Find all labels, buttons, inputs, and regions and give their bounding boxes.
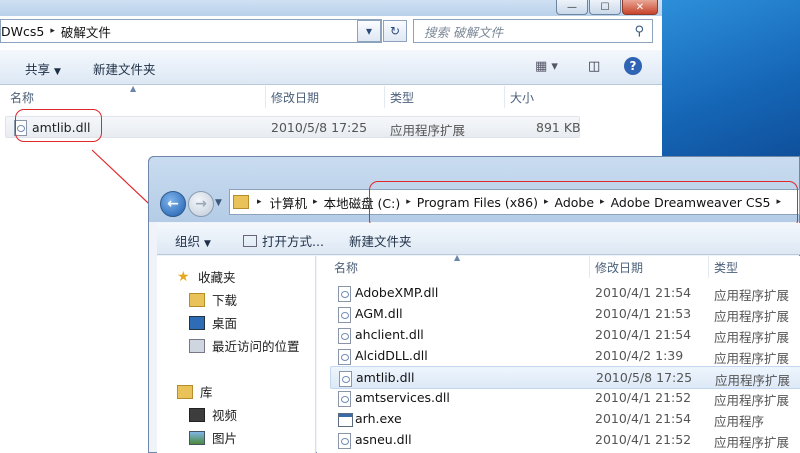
file-name: AGM.dll: [355, 306, 403, 321]
file-name: AlcidDLL.dll: [355, 348, 428, 363]
breadcrumb-separator-icon[interactable]: ▸: [257, 197, 262, 207]
new-folder-button[interactable]: 新建文件夹: [349, 231, 412, 250]
open-with-icon: [243, 235, 257, 247]
pictures-icon: [189, 430, 205, 445]
file-row[interactable]: AdobeXMP.dll 2010/4/1 21:54 应用程序扩展: [330, 282, 800, 303]
folder-icon: [233, 195, 249, 209]
file-row[interactable]: ahclient.dll 2010/4/1 21:54 应用程序扩展: [330, 324, 800, 345]
breadcrumb-computer[interactable]: 计算机: [270, 193, 308, 212]
nav-desktop[interactable]: 桌面: [189, 313, 237, 332]
dll-file-icon: [338, 432, 351, 449]
nav-downloads[interactable]: 下载: [189, 290, 237, 309]
nav-favorites[interactable]: ★ 收藏夹: [177, 267, 236, 286]
open-with-button[interactable]: 打开方式...: [243, 231, 324, 250]
exe-file-icon: [338, 411, 353, 427]
chevron-down-icon: ▼: [204, 239, 211, 249]
back-arrow-icon[interactable]: ←: [160, 191, 186, 217]
file-type: 应用程序扩展: [714, 288, 790, 303]
file-name: asneu.dll: [355, 432, 412, 447]
file-type: 应用程序: [714, 414, 765, 429]
file-date: 2010/4/1 21:54: [595, 327, 692, 342]
desktop-icon: [189, 315, 205, 330]
file-name: amtservices.dll: [355, 390, 450, 405]
download-folder-icon: [189, 292, 205, 307]
nav-pictures[interactable]: 图片: [189, 428, 237, 447]
annotation-highlight-path: [369, 181, 798, 229]
forward-arrow-icon[interactable]: →: [188, 191, 214, 217]
front-toolbar: 组织 ▼ 打开方式... 新建文件夹: [157, 223, 800, 255]
file-row[interactable]: amtservices.dll 2010/4/1 21:52 应用程序扩展: [330, 387, 800, 408]
file-date: 2010/4/1 21:52: [595, 432, 692, 447]
videos-icon: [189, 407, 205, 422]
file-type: 应用程序扩展: [714, 309, 790, 324]
breadcrumb-separator-icon[interactable]: ▸: [313, 197, 318, 207]
file-date: 2010/4/1 21:53: [595, 306, 692, 321]
file-name: AdobeXMP.dll: [355, 285, 439, 300]
file-name: amtlib.dll: [356, 370, 415, 385]
dll-file-icon: [338, 327, 351, 344]
recent-pages-dropdown-icon[interactable]: ▼: [215, 198, 222, 208]
column-header-name[interactable]: 名称: [334, 259, 358, 276]
dll-file-icon: [338, 306, 351, 323]
file-type: 应用程序扩展: [714, 435, 790, 450]
file-date: 2010/4/1 21:54: [595, 411, 692, 426]
dll-file-icon: [338, 390, 351, 407]
dll-file-icon: [338, 285, 351, 302]
file-row[interactable]: arh.exe 2010/4/1 21:54 应用程序: [330, 408, 800, 429]
navigation-pane: ★ 收藏夹 下载 桌面 最近访问的位置 库 视频 图片: [157, 256, 316, 453]
sort-up-icon: ▲: [454, 253, 461, 262]
nav-recent-places[interactable]: 最近访问的位置: [189, 336, 300, 355]
dll-file-icon: [338, 348, 351, 365]
file-date: 2010/4/1 21:54: [595, 285, 692, 300]
column-header-type[interactable]: 类型: [714, 259, 738, 276]
organize-button[interactable]: 组织 ▼: [175, 231, 211, 250]
nav-libraries[interactable]: 库: [177, 382, 213, 401]
star-icon: ★: [177, 268, 190, 285]
library-icon: [177, 384, 193, 399]
file-type: 应用程序扩展: [714, 393, 790, 408]
file-row[interactable]: AGM.dll 2010/4/1 21:53 应用程序扩展: [330, 303, 800, 324]
recent-places-icon: [189, 338, 205, 353]
dll-file-icon: [339, 370, 352, 387]
file-row[interactable]: AlcidDLL.dll 2010/4/2 1:39 应用程序扩展: [330, 345, 800, 366]
file-type: 应用程序扩展: [714, 330, 790, 345]
file-row[interactable]: asneu.dll 2010/4/1 21:52 应用程序扩展: [330, 429, 800, 450]
file-date: 2010/5/8 17:25: [596, 370, 693, 385]
file-name: arh.exe: [355, 411, 402, 426]
file-date: 2010/4/2 1:39: [595, 348, 684, 363]
file-date: 2010/4/1 21:52: [595, 390, 692, 405]
column-header-date[interactable]: 修改日期: [595, 259, 643, 276]
file-name: ahclient.dll: [355, 327, 424, 342]
nav-videos[interactable]: 视频: [189, 405, 237, 424]
file-row[interactable]: amtlib.dll 2010/5/8 17:25 应用程序扩展: [330, 366, 800, 389]
file-type: 应用程序扩展: [714, 351, 790, 366]
